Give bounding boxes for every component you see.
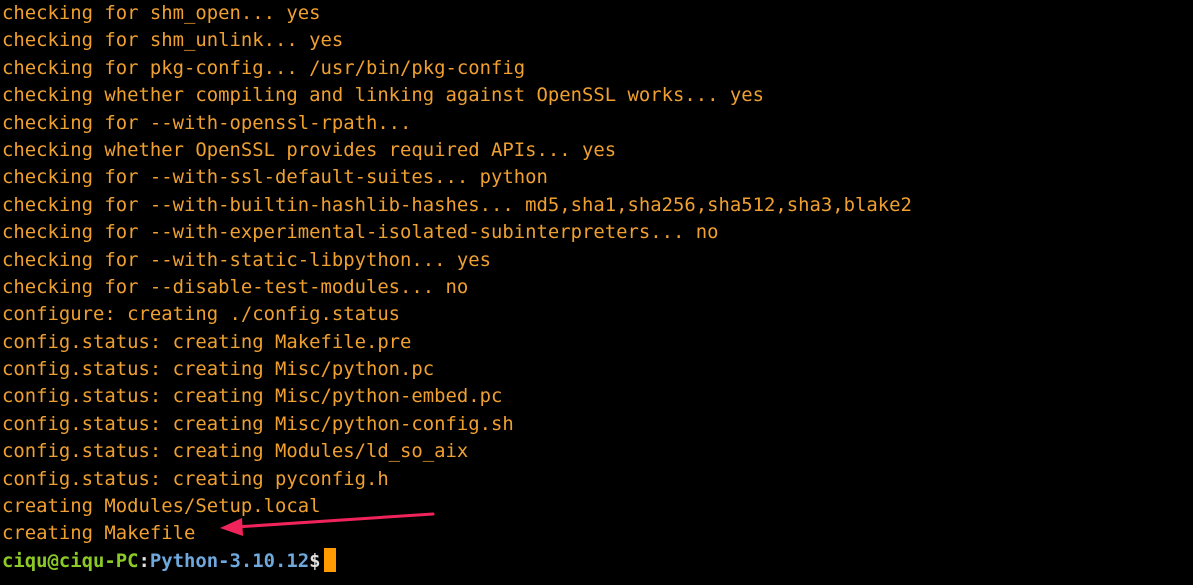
output-line: checking for shm_open... yes <box>2 2 321 24</box>
prompt-separator: : <box>138 549 150 572</box>
output-line: checking for shm_unlink... yes <box>2 29 344 52</box>
text-cursor[interactable] <box>324 547 337 572</box>
prompt-symbol: $ <box>309 549 321 572</box>
shell-prompt: ciqu@ciqu-PC:Python-3.10.12$ <box>2 547 1193 575</box>
output-line: configure: creating ./config.status <box>2 303 401 326</box>
output-line: checking for --with-experimental-isolate… <box>2 221 719 244</box>
output-line: checking for --disable-test-modules... n… <box>2 275 469 298</box>
output-line: config.status: creating pyconfig.h <box>2 467 389 490</box>
output-line: config.status: creating Misc/python-conf… <box>2 412 514 435</box>
output-line: config.status: creating Modules/ld_so_ai… <box>2 440 469 463</box>
output-line: creating Makefile <box>2 522 196 545</box>
prompt-path: Python-3.10.12 <box>149 549 310 572</box>
terminal-output: checking for shm_open... yes checking for… <box>2 0 1193 548</box>
output-line: config.status: creating Makefile.pre <box>2 330 412 353</box>
output-line: checking for --with-static-libpython... … <box>2 248 492 271</box>
output-line: checking whether OpenSSL provides requir… <box>2 138 617 161</box>
prompt-user-host: ciqu@ciqu-PC <box>2 549 139 572</box>
output-line: checking for pkg-config... /usr/bin/pkg-… <box>2 56 526 79</box>
output-line: checking whether compiling and linking a… <box>2 84 764 107</box>
terminal-window[interactable]: checking for shm_open... yes checking for… <box>0 0 1193 585</box>
output-line: checking for --with-ssl-default-suites..… <box>2 166 548 189</box>
output-line: config.status: creating Misc/python-embe… <box>2 385 503 408</box>
output-line: config.status: creating Misc/python.pc <box>2 358 435 381</box>
output-line: creating Modules/Setup.local <box>2 495 321 518</box>
output-line: checking for --with-builtin-hashlib-hash… <box>2 193 912 216</box>
output-line: checking for --with-openssl-rpath... <box>2 111 412 134</box>
